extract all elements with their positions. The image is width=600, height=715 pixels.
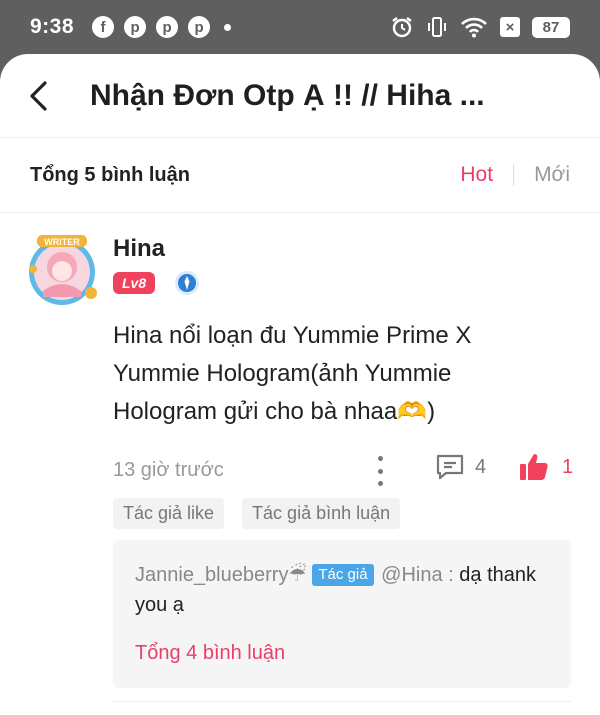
comment-icon (436, 454, 464, 480)
comment-username[interactable]: Hina (113, 235, 165, 263)
thumbs-up-icon (520, 454, 548, 480)
battery-indicator: 87 (532, 16, 570, 38)
page-title: Nhận Đơn Otp Ạ !! // Hiha ... (90, 78, 485, 112)
back-button[interactable] (0, 54, 90, 138)
vibrate-icon (426, 15, 448, 39)
notification-dot-icon (224, 23, 232, 31)
top-bar: Nhận Đơn Otp Ạ !! // Hiha ... (0, 54, 600, 138)
status-time: 9:38 (30, 15, 75, 38)
reply-button[interactable]: 4 (435, 453, 486, 481)
facebook-icon: f (92, 16, 115, 38)
comment-item: WRITER Hina Lv8 Hina nổi loạn đu Yummie … (0, 213, 600, 702)
no-sim-icon: × (500, 17, 520, 37)
alarm-icon (390, 15, 414, 39)
comment-time: 13 giờ trước (113, 458, 224, 481)
comments-count-row: Tổng 5 bình luận Hot Mới (0, 138, 600, 213)
replies-box[interactable]: Jannie_blueberry☔ Tác giả @Hina : dạ than… (113, 540, 571, 688)
divider (513, 164, 515, 186)
comments-count: Tổng 5 bình luận (30, 163, 190, 186)
sort-hot-tab[interactable]: Hot (460, 163, 493, 187)
tag-author-commented: Tác giả bình luận (242, 498, 401, 529)
reply-username[interactable]: Jannie_blueberry☔ (135, 564, 306, 586)
divider (113, 701, 571, 702)
comment-tags: Tác giả like Tác giả bình luận (113, 498, 401, 529)
comments-sheet: Nhận Đơn Otp Ạ !! // Hiha ... Tổng 5 bìn… (0, 54, 600, 715)
avatar[interactable]: WRITER (23, 231, 101, 309)
reply-count: 4 (475, 455, 487, 478)
author-tag: Tác giả (312, 564, 374, 586)
pinterest-icon: p (124, 16, 147, 38)
verified-badge-icon (174, 270, 200, 296)
status-bar: 9:38 f p p p × 87 (0, 0, 600, 54)
like-button[interactable]: 1 (518, 452, 573, 482)
svg-text:WRITER: WRITER (44, 237, 80, 247)
level-badge: Lv8 (113, 272, 156, 294)
view-all-replies-link[interactable]: Tổng 4 bình luận (135, 642, 549, 665)
pinterest-icon: p (156, 16, 179, 38)
comment-text: Hina nổi loạn đu Yummie Prime X Yummie H… (113, 322, 472, 425)
sort-new-tab[interactable]: Mới (534, 163, 570, 187)
chevron-left-icon (30, 80, 47, 111)
comment-meta: 13 giờ trước 4 1 (113, 450, 573, 490)
tag-author-liked: Tác giả like (113, 498, 225, 529)
like-count: 1 (562, 455, 574, 478)
sort-toggle: Hot Mới (460, 163, 570, 187)
wifi-icon (460, 16, 488, 38)
reply-preview: Jannie_blueberry☔ Tác giả @Hina : dạ than… (135, 560, 549, 620)
reply-mention: @Hina : (381, 564, 454, 586)
pinterest-icon: p (188, 16, 211, 38)
more-options-button[interactable] (375, 456, 385, 486)
